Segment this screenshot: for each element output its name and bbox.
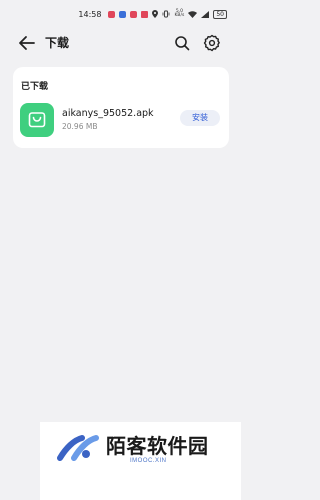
battery-indicator: 50 [213, 9, 227, 19]
notification-icon-4 [141, 10, 149, 18]
shopping-bag-icon [28, 112, 46, 128]
search-icon [175, 36, 190, 51]
vibrate-icon [162, 10, 170, 18]
file-size: 20.96 MB [62, 122, 98, 131]
location-icon [152, 10, 159, 18]
app-bar: 下载 [0, 30, 241, 56]
watermark-logo-icon [56, 432, 102, 466]
notification-icon-1 [108, 10, 116, 18]
page-title: 下载 [45, 36, 70, 50]
downloads-card: 已下载 aikanys_95052.apk 20.96 MB 安装 [13, 67, 229, 148]
install-button[interactable]: 安装 [180, 110, 220, 126]
network-speed-unit: KB/s [174, 13, 185, 18]
status-bar: 14:58 5.0 KB/s 50 [0, 0, 241, 28]
back-button[interactable] [18, 35, 36, 51]
network-speed: 5.0 KB/s [174, 9, 185, 18]
status-time: 14:58 [78, 9, 102, 19]
notification-icon-2 [119, 10, 127, 18]
search-button[interactable] [174, 35, 190, 51]
back-arrow-icon [19, 36, 35, 50]
section-title-downloaded: 已下载 [21, 82, 49, 92]
watermark-sub: IMOOC.XIN [130, 458, 167, 464]
notification-icon-3 [130, 10, 138, 18]
gear-icon [203, 34, 220, 52]
watermark: 陌客软件园 IMOOC.XIN [40, 422, 241, 500]
download-item[interactable]: aikanys_95052.apk 20.96 MB 安装 [13, 97, 229, 141]
wifi-icon [188, 10, 198, 18]
signal-icon [201, 10, 210, 18]
file-name: aikanys_95052.apk [62, 108, 154, 119]
watermark-brand: 陌客软件园 [106, 434, 209, 458]
settings-button[interactable] [203, 34, 221, 52]
apk-app-icon [20, 103, 54, 137]
